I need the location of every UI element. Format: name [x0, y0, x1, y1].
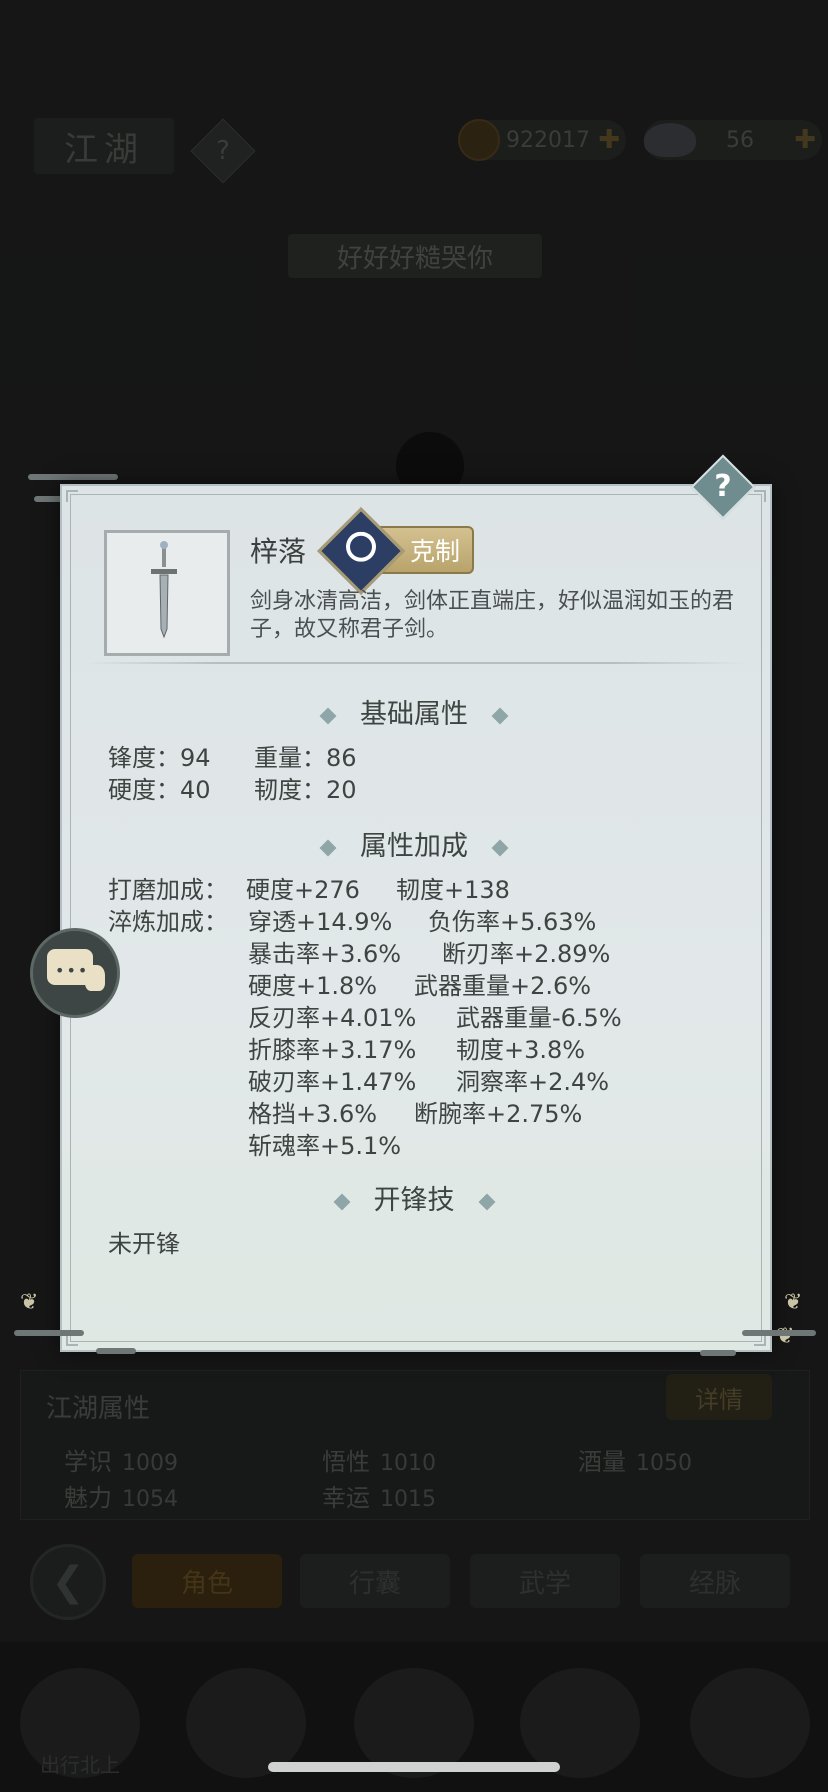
diamond-ornament-icon	[319, 707, 337, 724]
divider	[84, 662, 744, 664]
temper-value: 洞察率+2.4%	[456, 1068, 610, 1096]
home-indicator[interactable]	[268, 1762, 560, 1772]
decor-swirl-bottom-right-2	[700, 1350, 736, 1356]
sword-icon	[151, 541, 177, 639]
section-title-bonus: 属性加成	[60, 824, 768, 863]
temper-value: 穿透+14.9%	[248, 908, 393, 936]
diamond-ornament-icon	[478, 1193, 495, 1210]
base-stat: 锋度：94	[108, 744, 211, 772]
wine-gourd-icon	[85, 965, 105, 991]
item-name: 梓落	[250, 535, 307, 568]
temper-value: 暴击率+3.6%	[248, 940, 402, 968]
diamond-ornament-icon	[319, 839, 337, 856]
decor-swirl-bottom-left-2	[96, 1348, 136, 1354]
item-icon-frame	[104, 530, 230, 656]
item-description: 剑身冰清高洁，剑体正直端庄，好似温润如玉的君子，故又称君子剑。	[250, 589, 735, 642]
skill-status: 未开锋	[108, 1230, 180, 1258]
restrain-label: 克制	[409, 537, 460, 566]
butterfly-icon: ❦	[776, 1324, 795, 1349]
temper-value: 折膝率+3.17%	[248, 1036, 417, 1064]
diamond-ornament-icon	[491, 707, 509, 724]
decor-swirl-top-left	[28, 474, 118, 480]
corner-ornament	[66, 490, 78, 502]
temper-value: 断刃率+2.89%	[442, 940, 611, 968]
temper-value: 格挡+3.6%	[248, 1100, 378, 1128]
grind-value: 硬度+276	[246, 876, 360, 904]
temper-value: 斩魂率+5.1%	[248, 1132, 402, 1160]
section-title-base: 基础属性	[60, 692, 768, 731]
temper-label: 淬炼加成：	[108, 908, 228, 936]
temper-value: 负伤率+5.63%	[428, 908, 597, 936]
temper-value: 断腕率+2.75%	[414, 1100, 583, 1128]
temper-value: 韧度+3.8%	[456, 1036, 586, 1064]
temper-value: 武器重量-6.5%	[456, 1004, 622, 1032]
corner-ornament	[754, 490, 766, 502]
base-stat: 硬度：40	[108, 776, 211, 804]
decor-swirl-bottom-left	[14, 1330, 84, 1336]
diamond-ornament-icon	[333, 1193, 350, 1210]
grind-value: 韧度+138	[396, 876, 510, 904]
question-icon: ?	[714, 469, 732, 504]
temper-value: 硬度+1.8%	[248, 972, 378, 1000]
temper-value: 破刃率+1.47%	[248, 1068, 417, 1096]
chat-button[interactable]: •••	[30, 928, 120, 1018]
grind-label: 打磨加成：	[108, 876, 228, 904]
temper-value: 反刃率+4.01%	[248, 1004, 417, 1032]
butterfly-icon: ❦	[20, 1290, 39, 1315]
butterfly-icon: ❦	[784, 1290, 803, 1315]
decor-swirl-bottom-right	[742, 1330, 816, 1336]
temper-value: 武器重量+2.6%	[414, 972, 592, 1000]
base-stat: 重量：86	[254, 744, 357, 772]
base-stat: 韧度：20	[254, 776, 357, 804]
diamond-ornament-icon	[491, 839, 509, 856]
section-title-skill: 开锋技	[60, 1178, 768, 1217]
